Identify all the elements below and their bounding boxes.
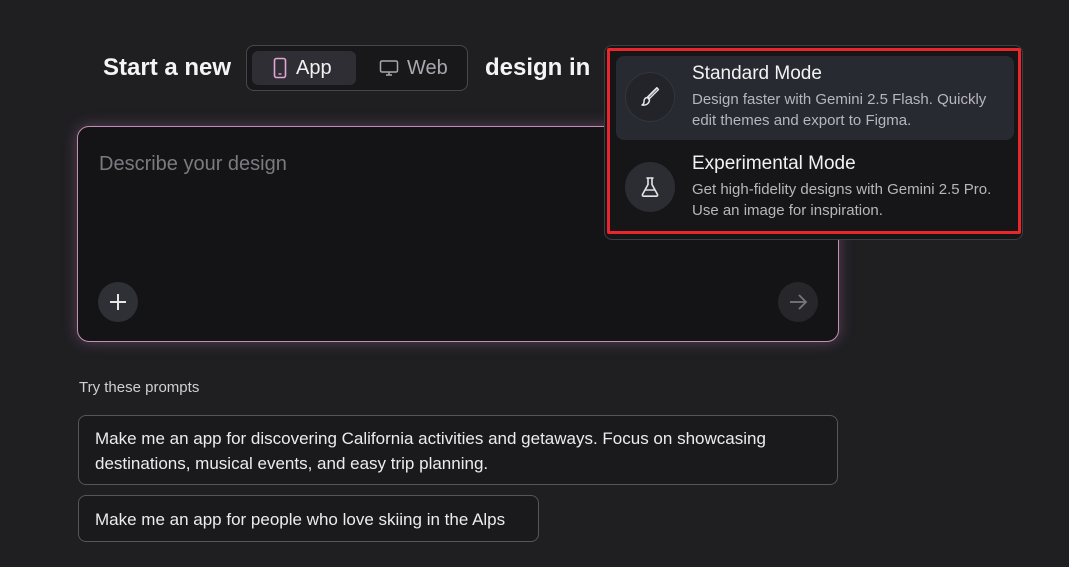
- paintbrush-icon: [625, 72, 675, 122]
- web-tab[interactable]: Web: [359, 51, 463, 85]
- suggestion-chip[interactable]: Make me an app for discovering Californi…: [78, 415, 838, 485]
- flask-icon: [625, 162, 675, 212]
- page-title-prefix: Start a new: [103, 54, 232, 81]
- plus-icon: [110, 294, 126, 310]
- standard-mode-description: Design faster with Gemini 2.5 Flash. Qui…: [692, 91, 987, 129]
- app-tab-label: App: [296, 56, 332, 79]
- page-title-suffix: design in: [485, 54, 591, 81]
- mode-dropdown: Standard Mode Design faster with Gemini …: [604, 45, 1023, 240]
- standard-mode-option[interactable]: Standard Mode Design faster with Gemini …: [616, 56, 1014, 140]
- suggestions-label: Try these prompts: [79, 379, 200, 396]
- page: Start a new App Web design in Describe y…: [0, 0, 1069, 567]
- experimental-mode-description: Get high-fidelity designs with Gemini 2.…: [692, 181, 992, 219]
- standard-mode-title: Standard Mode: [692, 63, 822, 84]
- add-attachment-button[interactable]: [98, 282, 138, 322]
- platform-toggle: App Web: [246, 45, 468, 91]
- experimental-mode-title: Experimental Mode: [692, 153, 856, 174]
- phone-icon: [273, 57, 287, 79]
- web-tab-label: Web: [407, 56, 448, 79]
- suggestion-chip[interactable]: Make me an app for people who love skiin…: [78, 495, 539, 542]
- app-tab[interactable]: App: [252, 51, 356, 85]
- experimental-mode-option[interactable]: Experimental Mode Get high-fidelity desi…: [616, 146, 1014, 230]
- send-button[interactable]: [778, 282, 818, 322]
- monitor-icon: [379, 60, 399, 76]
- arrow-right-icon: [790, 294, 808, 310]
